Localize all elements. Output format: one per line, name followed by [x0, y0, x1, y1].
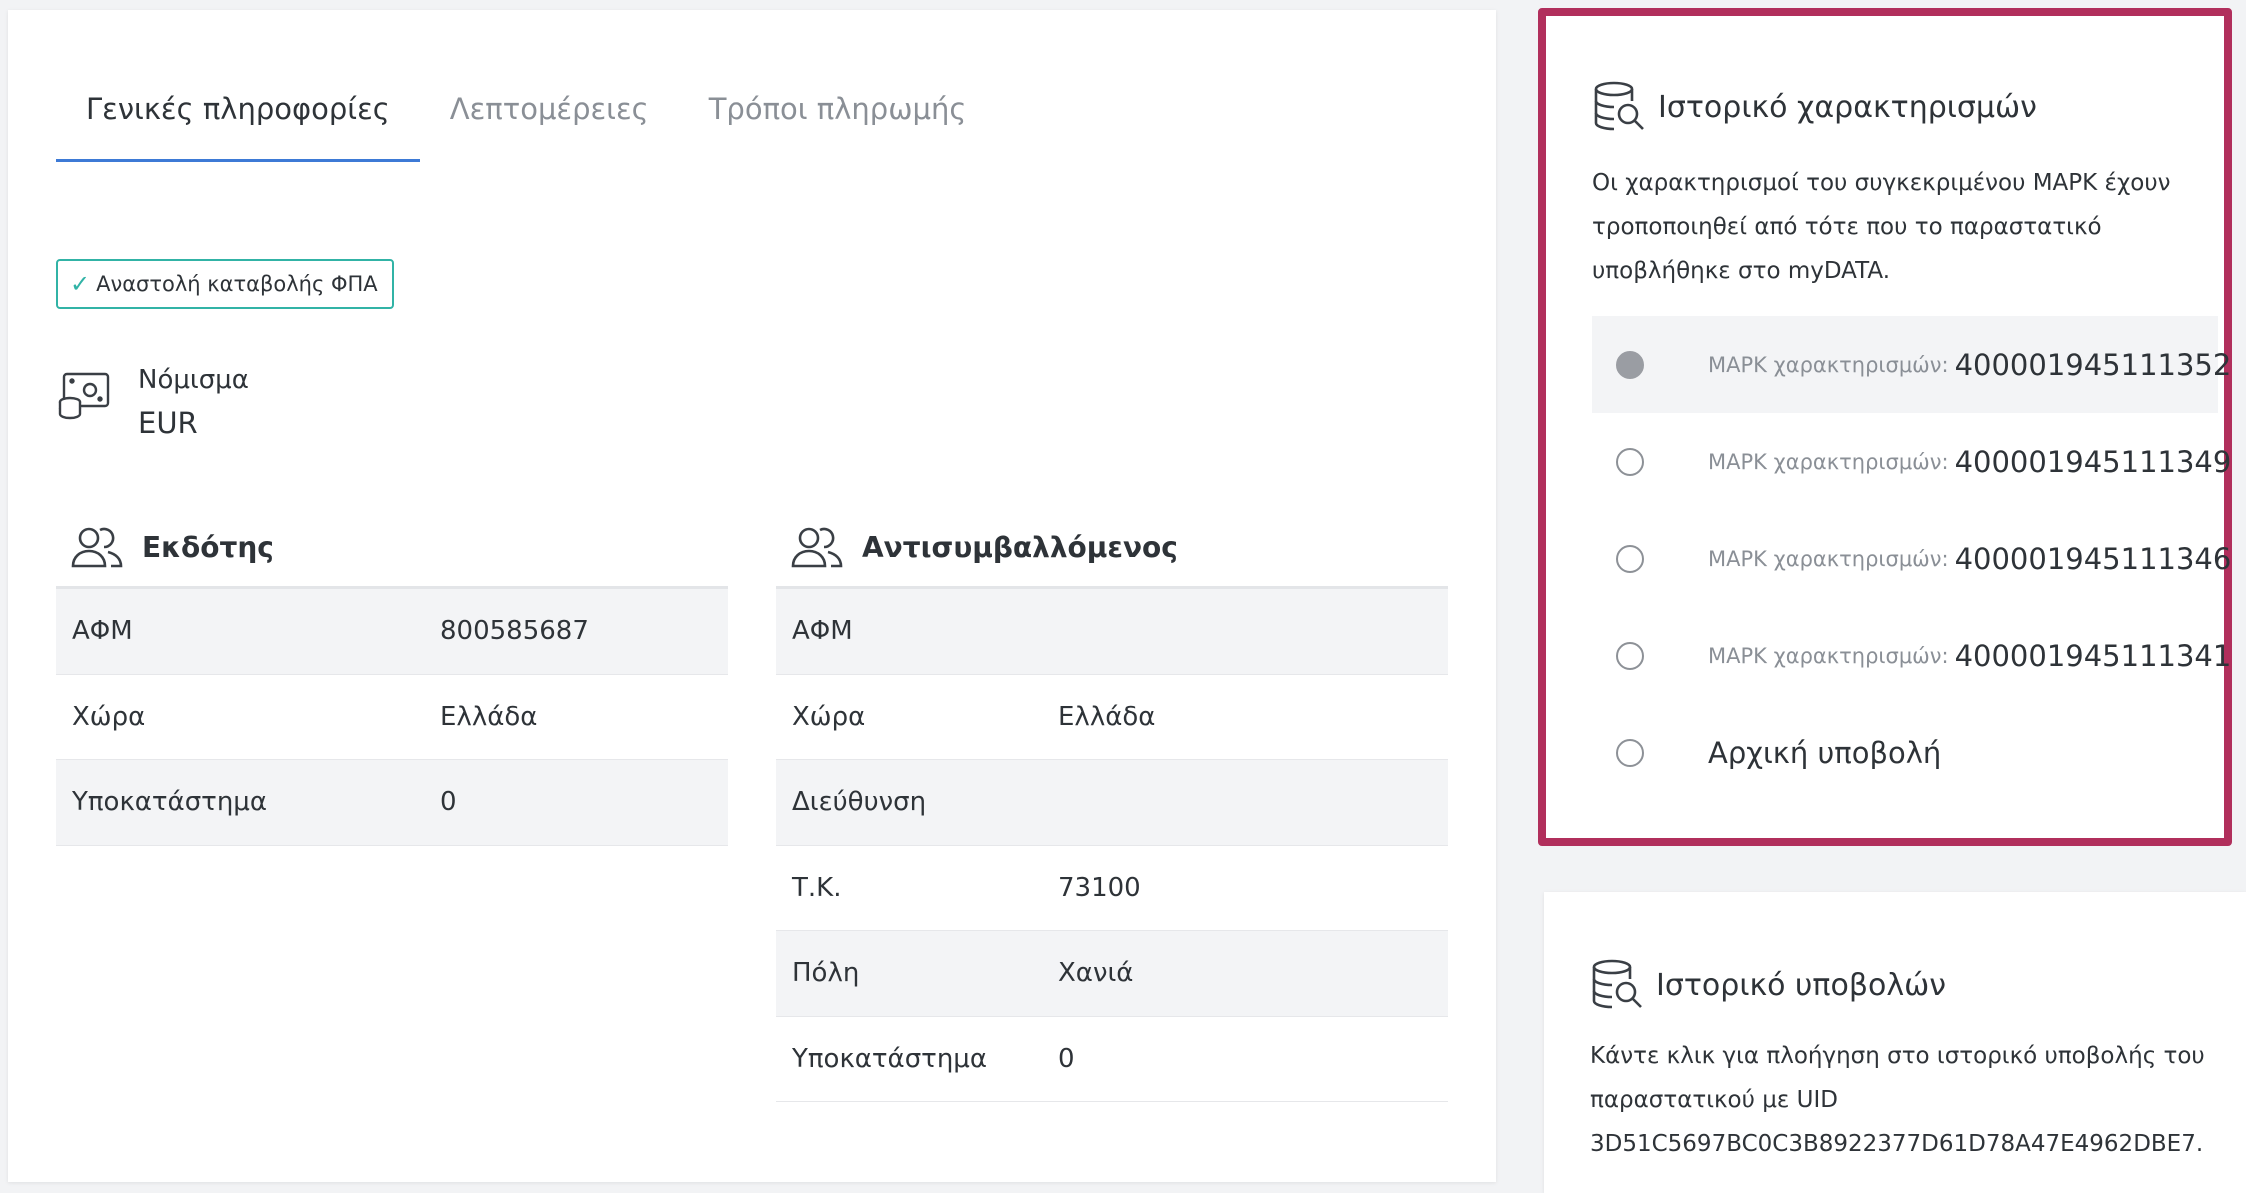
- tab-details[interactable]: Λεπτομέρειες: [420, 68, 679, 162]
- table-row: Διεύθυνση: [776, 760, 1448, 846]
- mark-option[interactable]: ΜΑΡΚ χαρακτηρισμών: 400001945111352: [1592, 316, 2231, 413]
- radio-unselected[interactable]: [1616, 544, 1644, 573]
- row-value: Ελλάδα: [440, 701, 538, 732]
- vat-suspension-badge: ✓ Αναστολή καταβολής ΦΠΑ: [56, 259, 394, 309]
- table-row: Υποκατάστημα 0: [776, 1016, 1448, 1102]
- currency-value: EUR: [138, 406, 198, 440]
- mark-label: ΜΑΡΚ χαρακτηρισμών:: [1708, 449, 1949, 474]
- row-key: ΑΦΜ: [72, 616, 133, 647]
- table-row: Χώρα Ελλάδα: [56, 674, 728, 760]
- row-key: Τ.Κ.: [792, 872, 842, 903]
- radio-unselected[interactable]: [1616, 738, 1644, 767]
- classification-history-card: Ιστορικό χαρακτηρισμών Οι χαρακτηρισμοί …: [1538, 8, 2232, 846]
- row-key: Χώρα: [72, 701, 146, 732]
- users-icon: [791, 527, 843, 568]
- row-value: 73100: [1058, 872, 1141, 903]
- classification-history-title: Ιστορικό χαρακτηρισμών: [1658, 89, 2037, 125]
- mark-label: ΜΑΡΚ χαρακτηρισμών:: [1708, 643, 1949, 668]
- submission-history-description: Κάντε κλικ για πλοήγηση στο ιστορικό υπο…: [1590, 1043, 2205, 1157]
- issuer-section: Εκδότης ΑΦΜ 800585687 Χώρα Ελλάδα Υποκατ…: [56, 508, 728, 846]
- vat-suspension-label: Αναστολή καταβολής ΦΠΑ: [96, 272, 378, 296]
- row-key: ΑΦΜ: [792, 616, 853, 647]
- mark-label: ΜΑΡΚ χαρακτηρισμών:: [1708, 352, 1949, 377]
- initial-submission-label: Αρχική υποβολή: [1708, 735, 1942, 770]
- mark-value: 400001945111346: [1954, 541, 2232, 576]
- counterparty-title: Αντισυμβαλλόμενος: [862, 530, 1178, 564]
- row-value: Χανιά: [1058, 958, 1134, 989]
- table-row: ΑΦΜ: [776, 589, 1448, 675]
- row-value: 800585687: [440, 616, 589, 647]
- tab-bar: Γενικές πληροφορίες Λεπτομέρειες Τρόποι …: [56, 68, 996, 162]
- row-key: Υποκατάστημα: [72, 787, 267, 818]
- mark-value: 400001945111349: [1954, 444, 2232, 479]
- mark-option[interactable]: ΜΑΡΚ χαρακτηρισμών: 400001945111349: [1592, 413, 2231, 510]
- mark-option[interactable]: ΜΑΡΚ χαρακτηρισμών: 400001945111341: [1592, 607, 2231, 704]
- money-coins-icon: [58, 372, 110, 420]
- row-value: 0: [440, 787, 457, 818]
- row-key: Χώρα: [792, 701, 866, 732]
- submission-history-card[interactable]: Ιστορικό υποβολών Κάντε κλικ για πλοήγησ…: [1544, 892, 2246, 1193]
- mark-label: ΜΑΡΚ χαρακτηρισμών:: [1708, 546, 1949, 571]
- counterparty-header: Αντισυμβαλλόμενος: [776, 508, 1448, 586]
- radio-selected[interactable]: [1616, 350, 1644, 379]
- issuer-title: Εκδότης: [142, 530, 274, 564]
- invoice-general-info-card: Γενικές πληροφορίες Λεπτομέρειες Τρόποι …: [8, 10, 1496, 1182]
- table-row: Τ.Κ. 73100: [776, 845, 1448, 931]
- row-key: Διεύθυνση: [792, 787, 927, 818]
- database-search-icon: [1592, 959, 1642, 1009]
- row-value: 0: [1058, 1043, 1075, 1074]
- counterparty-section: Αντισυμβαλλόμενος ΑΦΜ Χώρα Ελλάδα Διεύθυ…: [776, 508, 1448, 1102]
- row-key: Πόλη: [792, 958, 860, 989]
- users-icon: [71, 527, 123, 568]
- submission-history-title: Ιστορικό υποβολών: [1656, 967, 1946, 1003]
- mark-radio-list: ΜΑΡΚ χαρακτηρισμών: 400001945111352 ΜΑΡΚ…: [1592, 316, 2231, 801]
- tab-general-info[interactable]: Γενικές πληροφορίες: [56, 68, 420, 162]
- row-value: Ελλάδα: [1058, 701, 1156, 732]
- tab-payment-methods[interactable]: Τρόποι πληρωμής: [679, 68, 997, 162]
- mark-value: 400001945111352: [1954, 347, 2232, 382]
- table-row: ΑΦΜ 800585687: [56, 589, 728, 675]
- database-search-icon: [1594, 81, 1644, 131]
- submission-history-header: Ιστορικό υποβολών: [1590, 958, 1946, 1012]
- issuer-table: ΑΦΜ 800585687 Χώρα Ελλάδα Υποκατάστημα 0: [56, 586, 728, 846]
- radio-unselected[interactable]: [1616, 447, 1644, 476]
- classification-history-description: Οι χαρακτηρισμοί του συγκεκριμένου ΜΑΡΚ …: [1592, 170, 2171, 284]
- table-row: Υποκατάστημα 0: [56, 760, 728, 846]
- classification-history-header: Ιστορικό χαρακτηρισμών: [1592, 80, 2037, 134]
- counterparty-table: ΑΦΜ Χώρα Ελλάδα Διεύθυνση Τ.Κ. 73100 Πόλ…: [776, 586, 1448, 1102]
- currency-block: Νόμισμα EUR: [56, 360, 249, 446]
- currency-label: Νόμισμα: [138, 365, 249, 395]
- row-key: Υποκατάστημα: [792, 1043, 987, 1074]
- initial-submission-option[interactable]: Αρχική υποβολή: [1592, 704, 2218, 801]
- mark-option[interactable]: ΜΑΡΚ χαρακτηρισμών: 400001945111346: [1592, 510, 2231, 607]
- table-row: Πόλη Χανιά: [776, 931, 1448, 1017]
- table-row: Χώρα Ελλάδα: [776, 674, 1448, 760]
- check-icon: ✓: [70, 270, 91, 298]
- issuer-header: Εκδότης: [56, 508, 728, 586]
- radio-unselected[interactable]: [1616, 641, 1644, 670]
- mark-value: 400001945111341: [1954, 638, 2232, 673]
